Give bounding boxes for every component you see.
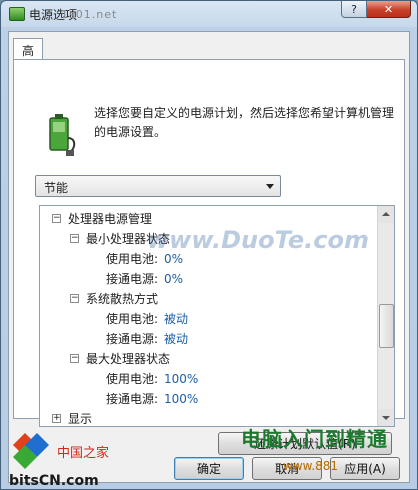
ok-button[interactable]: 确定 <box>174 457 244 480</box>
tab-advanced-settings[interactable]: 高级设置 <box>13 38 44 109</box>
tree-label: 使用电池: <box>106 312 159 326</box>
collapse-icon[interactable]: − <box>70 294 79 303</box>
description-text: 选择您要自定义的电源计划，然后选择您希望计算机管理的电源设置。 <box>94 106 395 139</box>
tree-setting-value[interactable]: 被动 <box>164 329 188 349</box>
scroll-thumb[interactable] <box>379 304 394 348</box>
dialog-client: 高级设置 选择您要自定义的电源计划，然后选择您希望计算机管理的电源设置。 节能 … <box>8 31 410 483</box>
tree-label: 接通电源: <box>106 332 159 346</box>
tree-label: 处理器电源管理 <box>68 212 153 226</box>
logo-site-text: bitsCN.com <box>9 473 99 489</box>
vertical-scrollbar[interactable] <box>377 206 394 426</box>
watermark-url: www.881 <box>283 459 339 473</box>
tree-label: 最大处理器状态 <box>86 352 171 366</box>
tree-label: 接通电源: <box>106 272 159 286</box>
apply-button[interactable]: 应用(A) <box>330 457 400 480</box>
tree-setting-value[interactable]: 0% <box>164 269 183 289</box>
collapse-icon[interactable]: − <box>70 354 79 363</box>
chevron-down-icon[interactable] <box>266 184 274 189</box>
tree-label: 接通电源: <box>106 392 159 406</box>
tree-label: 显示 <box>68 412 93 426</box>
collapse-icon[interactable]: − <box>70 234 79 243</box>
power-options-icon <box>9 7 25 21</box>
bitscn-logo: 中国之家 bitsCN.com <box>9 433 109 489</box>
collapse-icon[interactable]: − <box>52 214 61 223</box>
tree-setting-value[interactable]: 被动 <box>164 309 188 329</box>
help-button[interactable]: ? <box>341 1 367 18</box>
battery-plug-icon <box>49 114 76 156</box>
title-buttons: ? ✕ <box>341 1 411 19</box>
tree-label: 系统散热方式 <box>86 292 159 306</box>
power-plan-dropdown[interactable]: 节能 <box>35 175 281 197</box>
scroll-up-arrow-icon[interactable] <box>378 206 394 223</box>
watermark-duote: www.DuoTe.com <box>147 226 369 254</box>
title-bar[interactable]: 电源选项 1s01.net ? ✕ <box>1 1 417 27</box>
tree-setting-value[interactable]: 100% <box>164 389 198 409</box>
tree-label: 使用电池: <box>106 372 159 386</box>
logo-cn-text: 中国之家 <box>57 445 109 461</box>
watermark-cn-text: 电脑入门到精通 <box>241 427 388 451</box>
power-options-window: 电源选项 1s01.net ? ✕ 高级设置 选择您要自定义的电源计划，然后选择… <box>0 0 418 490</box>
tree-setting-value[interactable]: 100% <box>164 369 198 389</box>
close-button[interactable]: ✕ <box>367 1 411 18</box>
power-plan-value: 节能 <box>44 181 69 195</box>
expand-icon[interactable]: + <box>52 414 61 423</box>
background-window-text: 1s01.net <box>61 8 118 21</box>
